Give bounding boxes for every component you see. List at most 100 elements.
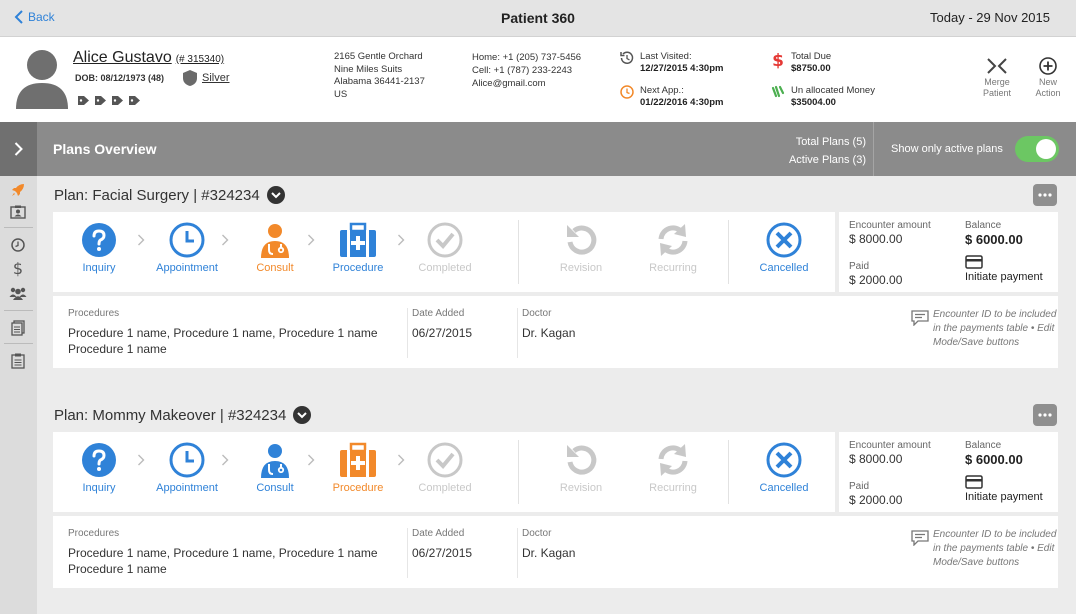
chevron-right-icon (308, 234, 315, 246)
chevron-right-icon (138, 454, 145, 466)
sidebar-item-group[interactable] (8, 283, 28, 303)
unallocated-value: $35004.00 (791, 97, 836, 108)
patient-tags[interactable] (77, 95, 141, 106)
new-action-label: New (1038, 77, 1057, 87)
next-app-label: Next App.: (640, 85, 684, 96)
stages-divider (518, 220, 519, 284)
plan-more-button[interactable] (1033, 184, 1057, 206)
clock-icon (11, 238, 25, 252)
stage-procedure[interactable]: Procedure (318, 222, 398, 274)
plan-note-text: Encounter ID to be included in the payme… (933, 309, 1057, 348)
plans-counts: Total Plans (5) Active Plans (3) (789, 133, 866, 169)
active-plans-toggle-label: Show only active plans (891, 143, 1003, 155)
money-hand-icon (771, 85, 785, 98)
stage-procedure[interactable]: Procedure (318, 442, 398, 494)
sidebar-item-documents[interactable] (8, 318, 28, 338)
stage-inquiry[interactable]: Inquiry (59, 442, 139, 494)
plans-overview-bar: Plans Overview Total Plans (5) Active Pl… (37, 122, 1076, 176)
user-avatar-icon (16, 50, 68, 109)
question-icon (82, 223, 116, 257)
sidebar-item-clipboard[interactable] (8, 351, 28, 371)
plan-title-dropdown[interactable]: Plan: Facial Surgery | #324234 (54, 186, 285, 204)
refresh-icon (658, 444, 688, 476)
question-icon (82, 443, 116, 477)
stage-completed[interactable]: Completed (405, 222, 485, 274)
plan-amount-panel: Encounter amount $ 8000.00 Paid $ 2000.0… (839, 432, 1058, 512)
stage-recurring[interactable]: Recurring (633, 442, 713, 494)
page-title: Patient 360 (501, 10, 575, 26)
contact-card-icon (10, 205, 26, 219)
stage-recurring[interactable]: Recurring (633, 222, 713, 274)
next-app-value: 01/22/2016 4:30pm (640, 97, 724, 108)
email-link[interactable]: Alice@gmail.com (472, 77, 581, 90)
undo-icon (567, 445, 597, 475)
plan-title-dropdown[interactable]: Plan: Mommy Makeover | #324234 (54, 406, 312, 424)
patient-name-link[interactable]: Alice Gustavo (# 315340) (73, 49, 224, 67)
initiate-payment-button[interactable]: Initiate payment (965, 255, 1043, 283)
stage-cancelled[interactable]: Cancelled (744, 222, 824, 274)
plan-note-text: Encounter ID to be included in the payme… (933, 529, 1057, 568)
sidebar-item-billing[interactable]: $ (8, 258, 28, 278)
tag-icon (95, 96, 106, 105)
membership-tier[interactable]: Silver (182, 69, 230, 87)
stage-consult[interactable]: Consult (235, 222, 315, 274)
patient-id: (# 315340) (175, 54, 225, 65)
encounter-amount: Encounter amount $ 8000.00 (849, 440, 931, 466)
initiate-payment-label: Initiate payment (965, 271, 1043, 283)
stage-appointment[interactable]: Appointment (147, 442, 227, 494)
dollar-icon: $ (772, 51, 784, 69)
active-plans-toggle[interactable] (1015, 136, 1059, 162)
stage-revision[interactable]: Revision (541, 222, 621, 274)
cancel-circle-icon (766, 222, 802, 258)
new-action-label: Action (1035, 88, 1061, 98)
plan-title: Plan: Facial Surgery | #324234 (54, 186, 260, 204)
stage-cancelled[interactable]: Cancelled (744, 442, 824, 494)
svg-text:$: $ (772, 51, 784, 69)
sidebar-item-contacts[interactable] (8, 202, 28, 222)
chevron-right-icon (14, 142, 23, 156)
encounter-label: Encounter amount (849, 220, 931, 231)
stage-appointment[interactable]: Appointment (147, 222, 227, 274)
details-divider (517, 308, 518, 358)
details-divider (407, 528, 408, 578)
initiate-payment-label: Initiate payment (965, 491, 1043, 503)
sidebar-divider (4, 227, 33, 228)
plan-more-button[interactable] (1033, 404, 1057, 426)
shield-icon (183, 70, 197, 86)
cancel-circle-icon (766, 442, 802, 478)
stage-label: Appointment (156, 262, 218, 274)
sidebar-item-plans[interactable] (8, 180, 28, 200)
patient-contact: Home: +1 (205) 737-5456 Cell: +1 (787) 2… (472, 51, 581, 90)
procedures-label: Procedures (68, 528, 120, 539)
stage-revision[interactable]: Revision (541, 442, 621, 494)
undo-icon (567, 225, 597, 255)
initiate-payment-button[interactable]: Initiate payment (965, 475, 1043, 503)
sidebar-expand-button[interactable] (0, 122, 37, 176)
stage-consult[interactable]: Consult (235, 442, 315, 494)
stage-inquiry[interactable]: Inquiry (59, 222, 139, 274)
credit-card-icon (965, 475, 983, 489)
procedures-column: Procedures Procedure 1 name, Procedure 1… (68, 528, 388, 577)
chevron-right-icon (138, 234, 145, 246)
more-icon (1038, 413, 1052, 417)
total-due-value: $8750.00 (791, 63, 831, 74)
sidebar-divider (4, 343, 33, 344)
chevron-right-icon (222, 454, 229, 466)
new-action-button[interactable]: New Action (1028, 57, 1068, 99)
clock-icon (169, 442, 205, 478)
history-icon (620, 51, 634, 64)
merge-patient-button[interactable]: Merge Patient (977, 57, 1017, 99)
stage-completed[interactable]: Completed (405, 442, 485, 494)
users-icon (9, 287, 27, 300)
total-plans-count: Total Plans (5) (795, 136, 866, 148)
stages-divider (728, 220, 729, 284)
clock-icon (169, 222, 205, 258)
merge-icon (987, 58, 1007, 74)
sidebar-item-history[interactable] (8, 235, 28, 255)
details-divider (517, 528, 518, 578)
date-added-label: Date Added (412, 528, 465, 539)
today-date: Today - 29 Nov 2015 (930, 10, 1050, 25)
home-phone: Home: +1 (205) 737-5456 (472, 52, 582, 63)
encounter-label: Encounter amount (849, 440, 931, 451)
tag-icon (78, 96, 89, 105)
